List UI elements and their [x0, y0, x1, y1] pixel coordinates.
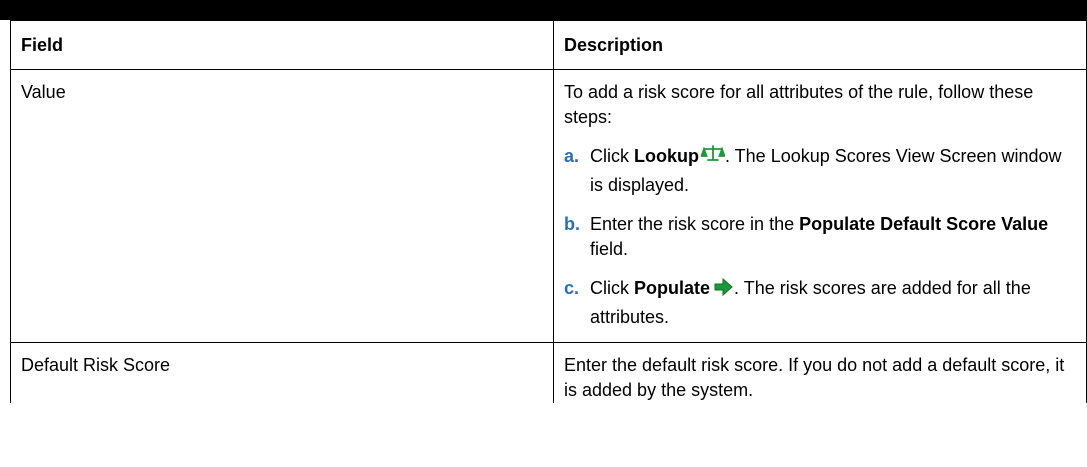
top-bar: [0, 0, 1087, 20]
field-description-table: Field Description Value To add a risk sc…: [10, 20, 1087, 403]
description-cell: To add a risk score for all attributes o…: [553, 69, 1087, 343]
field-cell: Value: [10, 69, 554, 343]
table-row: Value To add a risk score for all attrib…: [10, 69, 1087, 343]
step-text: Click: [590, 146, 634, 166]
field-name-label: Populate Default Score Value: [799, 214, 1049, 234]
step-marker: b.: [564, 214, 580, 234]
step-marker: a.: [564, 146, 580, 166]
step-text-post: field.: [590, 239, 629, 259]
lookup-label: Lookup: [634, 146, 699, 166]
description-cell: Enter the default risk score. If you do …: [553, 342, 1087, 403]
steps-list: a. Click Lookup . The Lookup Scores View…: [564, 144, 1076, 330]
step-text: Click: [590, 278, 634, 298]
field-cell: Default Risk Score: [10, 342, 554, 403]
table-header-row: Field Description: [10, 20, 1087, 70]
step-marker: c.: [564, 278, 580, 298]
description-intro: To add a risk score for all attributes o…: [564, 82, 1034, 127]
step-item: b. Enter the risk score in the Populate …: [564, 212, 1076, 262]
step-item: a. Click Lookup . The Lookup Scores View…: [564, 144, 1076, 198]
step-item: c. Click Populate . The risk scores are …: [564, 276, 1076, 330]
arrow-right-icon: [712, 276, 734, 305]
table-row: Default Risk Score Enter the default ris…: [10, 342, 1087, 403]
column-header-field: Field: [10, 20, 554, 70]
step-text: Enter the risk score in the: [590, 214, 800, 234]
populate-label: Populate: [634, 278, 711, 298]
column-header-description: Description: [553, 20, 1087, 70]
scale-icon: [700, 144, 726, 173]
